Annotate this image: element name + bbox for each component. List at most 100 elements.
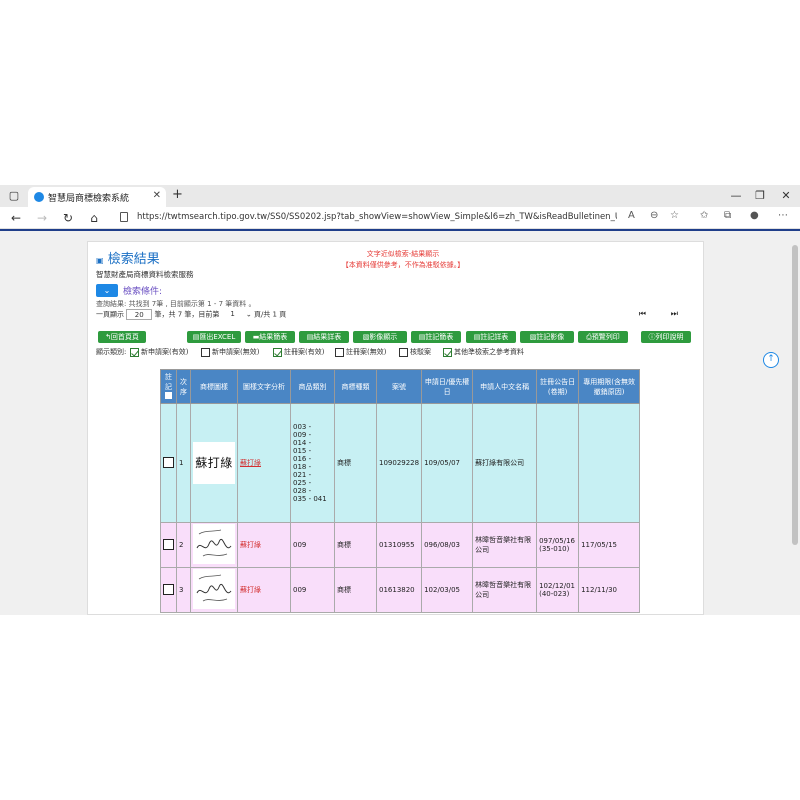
checkbox[interactable] [443, 347, 452, 357]
scrollbar-thumb[interactable] [792, 245, 798, 545]
image-view-button[interactable]: ▧影像顯示 [353, 331, 407, 343]
checkbox[interactable] [273, 347, 282, 357]
class-item: 035 - 041 [293, 495, 327, 503]
total-pages: 頁/共 1 頁 [253, 310, 287, 319]
col-pub: 註冊公告日(卷期) [536, 369, 580, 404]
table-row[interactable]: 3 蘇打綠 009 商標 01613820 102/03/05 林暐哲音樂社有限… [160, 567, 641, 613]
filter-label: 核駁案 [410, 348, 431, 356]
window-icon[interactable]: ▢ [4, 187, 24, 205]
zoom-icon[interactable]: ⊖ [650, 210, 658, 221]
filter-new-invalid[interactable]: 新申請案(無效) [201, 346, 259, 358]
row-checkbox[interactable] [163, 583, 174, 595]
url-field[interactable]: https://twtmsearch.tipo.gov.tw/SS0/SS020… [137, 212, 617, 222]
filter-other-reference[interactable]: 其他準檢索之參考資料 [443, 346, 524, 358]
vertical-scrollbar[interactable] [790, 231, 800, 615]
checkbox[interactable] [399, 347, 408, 357]
row-image-cell [190, 567, 238, 613]
print-preview-button[interactable]: ⎙預覽列印 [578, 331, 628, 343]
class-item: 021 - [293, 471, 312, 479]
row-applicant: 林暐哲音樂社有限公司 [472, 522, 538, 568]
refresh-icon[interactable]: ↻ [60, 210, 76, 226]
plus-icon[interactable]: + [172, 187, 183, 202]
result-summary-table-button[interactable]: ▬結果簡表 [245, 331, 295, 343]
filter-new-valid[interactable]: 新申請案(有效) [130, 346, 188, 358]
browser-tab[interactable]: 智慧局商標檢索系統 ✕ [28, 187, 166, 207]
mark-text-link[interactable]: 蘇打綠 [240, 459, 261, 467]
class-item: 028 - [293, 487, 312, 495]
category-filters: 顯示類別: 新申請案(有效) 新申請案(無效) 註冊案(有效) 註冊案(無效) … [96, 346, 696, 358]
checkbox[interactable] [201, 347, 210, 357]
row-text-cell: 蘇打綠 [237, 403, 291, 523]
col-text: 圖樣文字分析 [237, 369, 291, 404]
marked-summary-button[interactable]: ▤註記簡表 [411, 331, 461, 343]
minimize-icon[interactable]: — [726, 187, 746, 205]
table-row[interactable]: 1 蘇打綠 蘇打綠 003 - 009 - 014 - 015 - 016 - … [160, 403, 641, 523]
back-icon[interactable]: ← [8, 210, 24, 226]
checkbox[interactable] [130, 347, 139, 357]
row-number: 01613820 [375, 567, 423, 613]
read-aloud-icon[interactable]: A [628, 210, 635, 221]
collections-icon[interactable]: ⧉ [724, 210, 731, 221]
row-pub [536, 403, 580, 523]
col-date: 申請日/優先權日 [421, 369, 474, 404]
print-help-button[interactable]: ⓘ列印說明 [641, 331, 691, 343]
export-excel-button[interactable]: ▤匯出EXCEL [187, 331, 241, 343]
page-select[interactable]: 1 [222, 309, 244, 320]
col-mark: 註記 [160, 369, 177, 404]
filter-label: 註冊案(無效) [346, 348, 387, 356]
col-mark-label: 註記 [165, 372, 172, 391]
first-page-icon[interactable]: ⏮ [639, 309, 646, 319]
row-seq: 1 [176, 403, 191, 523]
row-expiry [578, 403, 641, 523]
per-page-suffix: 筆，共 7 筆，目前第 [154, 310, 220, 319]
restore-icon[interactable]: ❐ [750, 187, 770, 205]
address-bar-row: ← → ↻ ⌂ https://twtmsearch.tipo.gov.tw/S… [0, 207, 800, 229]
checkbox[interactable] [335, 347, 344, 357]
tab-strip: ▢ 智慧局商標檢索系統 ✕ + — ❐ ✕ [0, 185, 800, 207]
marked-image-button[interactable]: ▧註記影像 [520, 331, 574, 343]
row-type: 商標 [334, 403, 377, 523]
window-close-icon[interactable]: ✕ [776, 187, 796, 205]
filter-reg-invalid[interactable]: 註冊案(無效) [335, 346, 386, 358]
notice-line-1: 文字近似檢索-結果顯示 [366, 250, 440, 258]
mark-text[interactable]: 蘇打綠 [240, 541, 261, 549]
trademark-image[interactable]: 蘇打綠 [193, 442, 235, 484]
row-checkbox[interactable] [163, 456, 174, 468]
row-classes: 009 [290, 567, 335, 613]
table-row[interactable]: 2 蘇打綠 009 商標 01310955 096/08/03 林暐哲音樂社有限… [160, 522, 641, 568]
close-icon[interactable]: ✕ [153, 190, 161, 201]
per-page-input[interactable]: 20 [126, 309, 153, 320]
trademark-signature-image[interactable] [193, 569, 235, 609]
chevron-down-icon[interactable]: ⌄ [246, 311, 252, 319]
row-checkbox[interactable] [163, 538, 174, 550]
filter-label: 新申請案(無效) [212, 348, 260, 356]
row-checkbox-cell [160, 403, 177, 523]
filter-label: 註冊案(有效) [284, 348, 325, 356]
favorites-bar-icon[interactable]: ✩ [700, 210, 708, 221]
result-detail-table-button[interactable]: ▤結果詳表 [299, 331, 349, 343]
row-checkbox-cell [160, 522, 177, 568]
profile-icon[interactable]: ● [750, 210, 759, 221]
conditions-label[interactable]: 檢索條件: [123, 284, 162, 297]
select-all-checkbox[interactable] [165, 391, 172, 399]
col-applicant: 申請人中文名稱 [472, 369, 538, 404]
filter-label: 其他準檢索之參考資料 [454, 348, 524, 356]
row-expiry: 112/11/30 [578, 567, 641, 613]
trademark-signature-image[interactable] [193, 524, 235, 564]
marked-detail-button[interactable]: ▤註記詳表 [466, 331, 516, 343]
row-applicant: 林暐哲音樂社有限公司 [472, 567, 538, 613]
lock-icon[interactable] [120, 212, 128, 222]
filter-reg-valid[interactable]: 註冊案(有效) [273, 346, 324, 358]
chevron-down-icon[interactable]: ⌄ [96, 284, 118, 297]
more-icon[interactable]: ⋯ [778, 210, 788, 221]
last-page-icon[interactable]: ⏭ [671, 309, 678, 319]
home-icon[interactable]: ⌂ [86, 210, 102, 226]
favorites-icon[interactable]: ☆ [670, 210, 679, 221]
filter-rejected[interactable]: 核駁案 [399, 346, 431, 358]
home-button[interactable]: ↰回首頁頁 [98, 331, 146, 343]
class-item: 016 - [293, 455, 312, 463]
forward-icon[interactable]: → [34, 210, 50, 226]
scroll-to-top-icon[interactable]: ↑ [763, 352, 779, 368]
mark-text[interactable]: 蘇打綠 [240, 586, 261, 594]
page-subtitle: 智慧財產局商標資料檢索服務 [96, 270, 194, 279]
